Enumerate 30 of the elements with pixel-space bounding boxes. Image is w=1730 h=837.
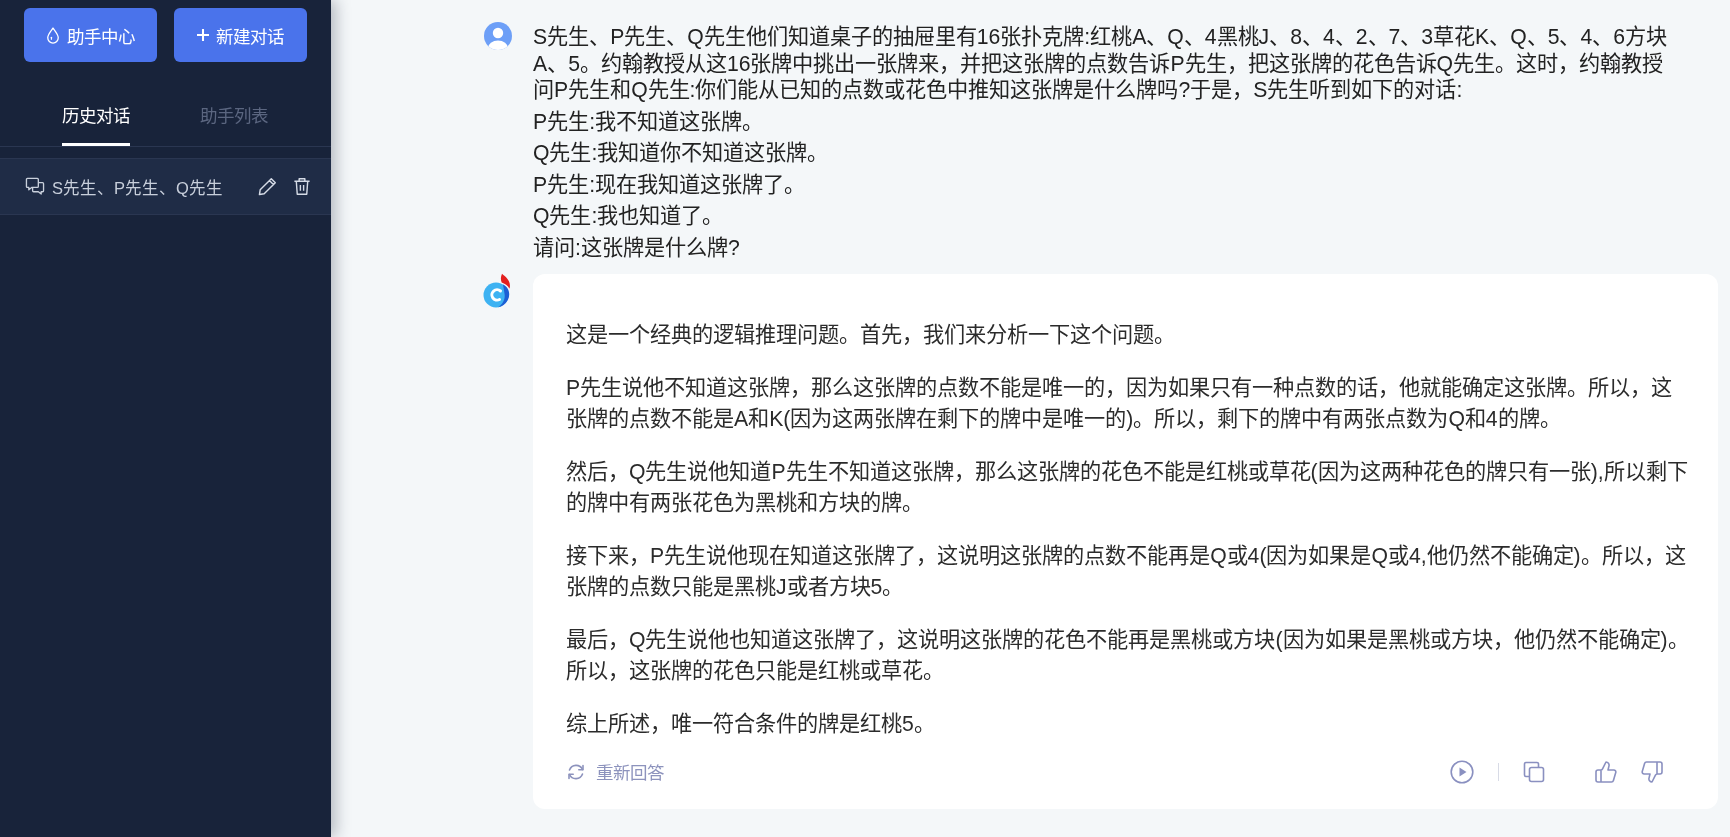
- answer-paragraph: 最后，Q先生说他也知道这张牌了，这说明这张牌的花色不能再是黑桃或方块(因为如果是黑桃或方块，他仍然不能确定)。所以，这张牌的花色只能是红桃或草花。: [566, 627, 1690, 684]
- plus-icon: [197, 29, 209, 41]
- thumbs-up-icon[interactable]: [1594, 759, 1618, 784]
- play-circle-icon[interactable]: [1450, 759, 1474, 784]
- thumbs-down-icon[interactable]: [1640, 759, 1664, 784]
- chat-bubbles-icon: [25, 177, 45, 196]
- copy-icon[interactable]: [1522, 759, 1546, 784]
- trash-icon[interactable]: [293, 177, 311, 196]
- history-title[interactable]: S先生、P先生、Q先生: [52, 174, 258, 199]
- pencil-icon[interactable]: [258, 177, 277, 196]
- message-text: Q先生:我知道你不知道这张牌。: [533, 140, 830, 167]
- new-chat-button[interactable]: 新建对话: [174, 8, 307, 62]
- tab[interactable]: 历史对话: [62, 95, 130, 146]
- message-text: P先生:我不知道这张牌。: [533, 108, 765, 135]
- answer-paragraph: 然后，Q先生说他知道P先生不知道这张牌，那么这张牌的花色不能是红桃或草花(因为这两种花色的牌只有一张),所以剩下的牌中有两张花色为黑桃和方块的牌。: [566, 459, 1689, 516]
- message-text: P先生:现在我知道这张牌了。: [533, 171, 807, 198]
- message-text: S先生、P先生、Q先生他们知道桌子的抽屉里有16张扑克牌:红桃A、Q、4黑桃J、8、4、2、7、3草花K、Q、5、4、6方块A、5。约翰教授从这16张牌中挑出一张牌来，并把这张牌的点数告诉P先生，把这张牌的花色告诉Q先生。这时，约翰教授问P先生和Q先生:你们能从已知的点数或花色中推知这张牌是什么牌吗?于是，S先生听到如下的对话:: [533, 24, 1669, 104]
- flame-droplet-logo-icon: [482, 273, 513, 308]
- history-item[interactable]: S先生、P先生、Q先生: [0, 158, 331, 215]
- droplet-icon: [46, 26, 60, 44]
- person-avatar-icon: [484, 22, 512, 50]
- answer-paragraph: P先生说他不知道这张牌，那么这张牌的点数不能是唯一的，因为如果只有一种点数的话，他就能确定这张牌。所以，这张牌的点数不能是A和K(因为这两张牌在剩下的牌中是唯一的)。所以，剩下的牌中有两张点数为Q和4的牌。: [566, 375, 1674, 433]
- answer-paragraph: 接下来，P先生说他现在知道这张牌了，这说明这张牌的点数不能再是Q或4(因为如果是Q或4,他仍然不能确定)。所以，这张牌的点数只能是黑桃J或者方块5。: [566, 543, 1687, 600]
- tab[interactable]: 助手列表: [200, 95, 268, 146]
- regenerate-button[interactable]: 重新回答: [566, 759, 664, 784]
- message-text: 请问:这张牌是什么牌?: [533, 234, 741, 261]
- message-text: Q先生:我也知道了。: [533, 203, 725, 230]
- answer-paragraph: 综上所述，唯一符合条件的牌是红桃5。: [566, 711, 936, 737]
- assistant-center-button[interactable]: 助手中心: [24, 8, 157, 62]
- answer-paragraph: 这是一个经典的逻辑推理问题。首先，我们来分析一下这个问题。: [566, 322, 1176, 348]
